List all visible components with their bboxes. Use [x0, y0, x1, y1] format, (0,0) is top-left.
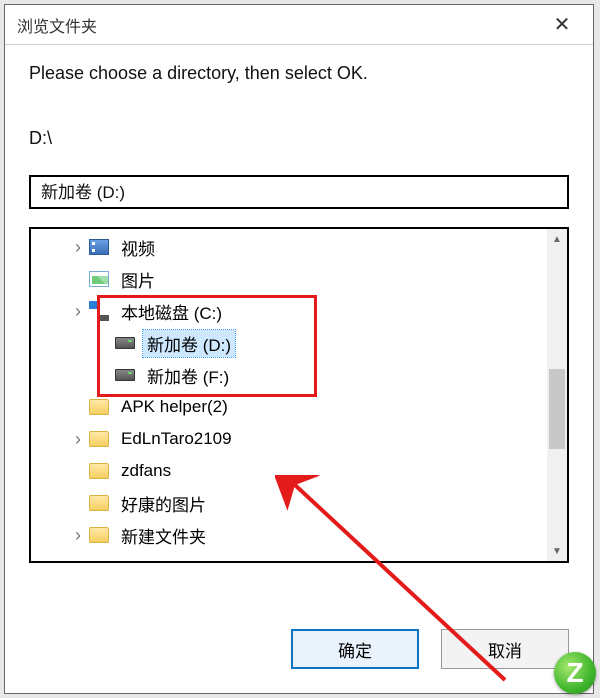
dialog-title: 浏览文件夹	[17, 13, 97, 37]
tree-item-label: 图片	[117, 266, 159, 293]
ok-button-label: 确定	[338, 637, 372, 662]
title-bar: 浏览文件夹 ✕	[5, 5, 593, 45]
disk-icon	[115, 333, 135, 353]
dialog-button-row: 确定 取消	[291, 629, 569, 669]
chevron-right-icon[interactable]: ›	[67, 525, 89, 546]
dialog-content: Please choose a directory, then select O…	[5, 45, 593, 563]
tree-item-label: 新加卷 (F:)	[143, 362, 233, 389]
tree-item-label: zdfans	[117, 460, 175, 482]
tree-item[interactable]: 新加卷 (F:)	[31, 359, 567, 391]
current-path-label: D:\	[29, 128, 569, 149]
tree-item-label: 视频	[117, 234, 159, 261]
folder-tree[interactable]: › 视频图片 › 本地磁盘 (C:) 新加卷 (D:) 新加卷 (F:) APK helpe…	[31, 229, 567, 553]
tree-item[interactable]: zdfans	[31, 455, 567, 487]
tree-item-label: 新建文件夹	[117, 522, 210, 549]
close-icon: ✕	[554, 12, 571, 37]
tree-item[interactable]: › EdLnTaro2109	[31, 423, 567, 455]
tree-item[interactable]: 新加卷 (D:)	[31, 327, 567, 359]
folder-icon	[89, 461, 109, 481]
tree-item-label: 好康的图片	[117, 490, 210, 517]
chevron-right-icon[interactable]: ›	[67, 301, 89, 322]
ok-button[interactable]: 确定	[291, 629, 419, 669]
chevron-right-icon[interactable]: ›	[67, 237, 89, 258]
chevron-right-icon[interactable]: ›	[67, 429, 89, 450]
scroll-up-icon[interactable]: ▲	[547, 229, 567, 249]
scroll-down-icon[interactable]: ▼	[547, 541, 567, 561]
disk-icon	[115, 365, 135, 385]
tree-item[interactable]: 图片	[31, 263, 567, 295]
folder-icon	[89, 429, 109, 449]
scroll-thumb[interactable]	[549, 369, 565, 449]
folder-icon	[89, 493, 109, 513]
tree-item-label: APK helper(2)	[117, 396, 232, 418]
tree-scrollbar[interactable]: ▲ ▼	[547, 229, 567, 561]
picture-folder-icon	[89, 269, 109, 289]
close-button[interactable]: ✕	[539, 9, 585, 41]
folder-icon	[89, 525, 109, 545]
tree-item-label: 本地磁盘 (C:)	[117, 298, 226, 325]
tree-item[interactable]: › 新建文件夹	[31, 519, 567, 551]
tree-item-label: 新加卷 (D:)	[143, 330, 235, 357]
video-folder-icon	[89, 237, 109, 257]
cancel-button-label: 取消	[488, 637, 522, 662]
tree-item[interactable]: › 视频	[31, 231, 567, 263]
tree-item[interactable]: APK helper(2)	[31, 391, 567, 423]
tree-item-label: EdLnTaro2109	[117, 428, 236, 450]
browse-folder-dialog: 浏览文件夹 ✕ Please choose a directory, then …	[4, 4, 594, 694]
path-input[interactable]: 新加卷 (D:)	[29, 175, 569, 209]
folder-tree-container: › 视频图片 › 本地磁盘 (C:) 新加卷 (D:) 新加卷 (F:) APK helpe…	[29, 227, 569, 563]
cancel-button[interactable]: 取消	[441, 629, 569, 669]
folder-icon	[89, 397, 109, 417]
tree-item[interactable]: 好康的图片	[31, 487, 567, 519]
tree-item[interactable]: › 本地磁盘 (C:)	[31, 295, 567, 327]
instruction-text: Please choose a directory, then select O…	[29, 63, 569, 84]
system-disk-icon	[89, 301, 109, 321]
